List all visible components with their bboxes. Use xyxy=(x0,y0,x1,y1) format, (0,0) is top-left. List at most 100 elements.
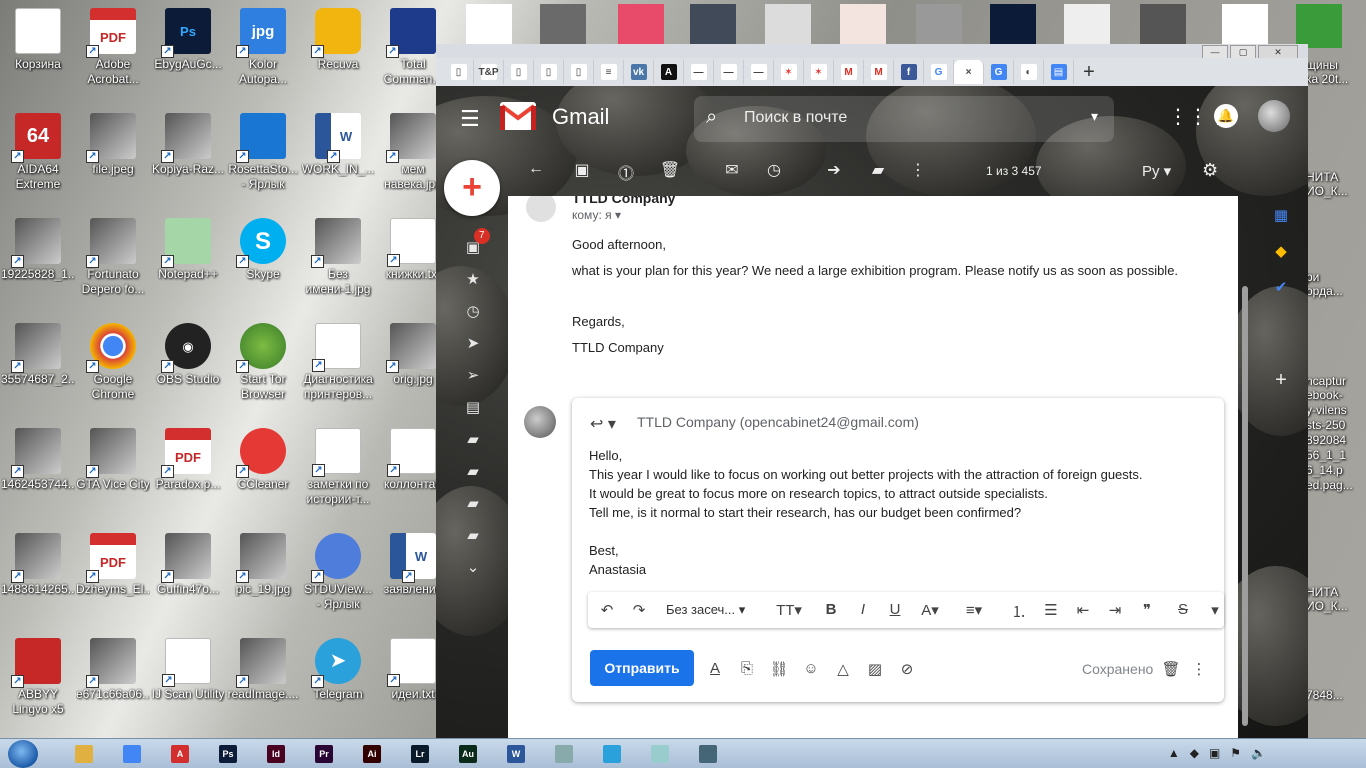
desktop-shortcut[interactable]: 64 ↗ AIDA64 Extreme xyxy=(1,113,75,192)
drive-icon[interactable]: △ xyxy=(832,660,854,678)
keep-icon[interactable]: ◆ xyxy=(1268,234,1294,270)
confidential-mode-icon[interactable]: ⊘ xyxy=(896,660,918,678)
desktop-shortcut[interactable]: PDF ↗ Adobe Acrobat... xyxy=(76,8,150,87)
indent-more-icon[interactable]: ⇥ xyxy=(1104,601,1126,619)
browser-tab[interactable]: M xyxy=(864,60,894,84)
report-spam-icon[interactable]: ⓵ xyxy=(614,160,638,184)
browser-tab[interactable]: ✶ xyxy=(804,60,834,84)
compose-button[interactable]: + xyxy=(444,160,500,216)
numbered-list-icon[interactable]: ⒈ xyxy=(1008,601,1030,622)
new-tab-button[interactable]: + xyxy=(1074,61,1104,84)
desktop-shortcut[interactable]: ↗ Notepad++ xyxy=(151,218,225,282)
desktop-shortcut-label[interactable]: 7848... xyxy=(1306,688,1366,703)
attach-icon[interactable]: ⎘ xyxy=(736,660,758,677)
desktop-shortcut[interactable]: ↗ Guffin47o... xyxy=(151,533,225,597)
taskbar-app-monitor[interactable] xyxy=(688,741,728,767)
desktop-shortcut-label[interactable]: sts-250 xyxy=(1306,418,1366,433)
desktop-shortcut[interactable]: ↗ CCleaner xyxy=(226,428,300,492)
desktop-shortcut[interactable]: ↗ ABBYY Lingvo x5 xyxy=(1,638,75,717)
strikethrough-icon[interactable]: S xyxy=(1172,601,1194,618)
desktop-shortcut[interactable]: ↗ IJ Scan Utility xyxy=(151,638,225,702)
desktop-shortcut[interactable]: ↗ Без имени-1.jpg xyxy=(301,218,375,297)
desktop-shortcut[interactable]: ↗ file.jpeg xyxy=(76,113,150,177)
desktop-shortcut-label[interactable]: ncaptur xyxy=(1306,374,1366,389)
taskbar-app-telegram[interactable] xyxy=(592,741,632,767)
flag-icon[interactable]: ⚑ xyxy=(1230,746,1241,760)
desktop-shortcut[interactable]: ↗ заметки по истории-т... xyxy=(301,428,375,507)
desktop-shortcut-label[interactable]: ИО_К... xyxy=(1306,184,1366,199)
desktop-shortcut[interactable]: ↗ Kopiya-Raz... xyxy=(151,113,225,177)
browser-tab[interactable]: — xyxy=(714,60,744,84)
more-chevron-icon[interactable]: ⌄ xyxy=(458,552,488,584)
search-options-icon[interactable]: ▾ xyxy=(1091,108,1098,125)
snooze-icon[interactable]: ◷ xyxy=(762,160,786,180)
taskbar-app-photoshop[interactable]: Ps xyxy=(208,741,248,767)
labels-icon[interactable]: ▰ xyxy=(866,160,890,180)
desktop-shortcut[interactable]: ↗ 35574687_2... xyxy=(1,323,75,387)
sent-icon[interactable]: ➢ xyxy=(458,360,488,392)
label-icon[interactable]: ▰ xyxy=(458,520,488,552)
desktop-shortcut-label[interactable]: ИО_К... xyxy=(1306,599,1366,614)
mark-unread-icon[interactable]: ✉ xyxy=(720,160,744,180)
desktop-shortcut[interactable]: ↗ GTA Vice City xyxy=(76,428,150,492)
desktop-file-thumbnail[interactable] xyxy=(990,4,1036,48)
taskbar-app-acrobat[interactable]: A xyxy=(160,741,200,767)
browser-tab[interactable]: ▯ xyxy=(564,60,594,84)
text-color-icon[interactable]: A▾ xyxy=(914,601,946,619)
maximize-button[interactable]: ▢ xyxy=(1230,45,1256,59)
browser-tab[interactable]: M xyxy=(834,60,864,84)
browser-tab[interactable]: ▯ xyxy=(504,60,534,84)
starred-icon[interactable]: ★ xyxy=(458,264,488,296)
taskbar-app-chrome[interactable] xyxy=(112,741,152,767)
settings-gear-icon[interactable]: ⚙ xyxy=(1202,160,1218,181)
browser-tab[interactable]: ◐ xyxy=(1014,60,1044,84)
underline-icon[interactable]: U xyxy=(884,601,906,618)
undo-icon[interactable]: ↶ xyxy=(596,601,618,619)
move-to-icon[interactable]: ➔ xyxy=(822,160,846,180)
desktop-shortcut-label[interactable]: орда... xyxy=(1306,284,1366,299)
desktop-file-thumbnail[interactable] xyxy=(1222,4,1268,48)
reply-body-editor[interactable]: Hello, This year I would like to focus on… xyxy=(589,446,1209,579)
desktop-file-thumbnail[interactable] xyxy=(540,4,586,48)
browser-tab[interactable]: vk xyxy=(624,60,654,84)
font-size-icon[interactable]: TT▾ xyxy=(772,601,806,619)
desktop-shortcut-label[interactable]: ed.pag... xyxy=(1306,478,1366,493)
search-icon[interactable]: ⌕ xyxy=(706,106,717,129)
desktop-file-thumbnail[interactable] xyxy=(840,4,886,48)
dropbox-icon[interactable]: ◆ xyxy=(1190,746,1199,760)
taskbar-app-notepad[interactable] xyxy=(640,741,680,767)
minimize-button[interactable]: — xyxy=(1202,45,1228,59)
desktop-shortcut[interactable]: ↗ 19225828_1... xyxy=(1,218,75,282)
desktop-shortcut[interactable]: ↗ Fortunato Depero fo... xyxy=(76,218,150,297)
browser-tab[interactable]: ▯ xyxy=(534,60,564,84)
font-select[interactable]: Без засеч... ▾ xyxy=(666,602,745,618)
desktop-shortcut-label[interactable]: 6_14.p xyxy=(1306,463,1366,478)
volume-icon[interactable]: 🔈 xyxy=(1251,746,1266,760)
browser-tab[interactable]: ≡ xyxy=(594,60,624,84)
align-icon[interactable]: ≡▾ xyxy=(958,601,990,619)
desktop-shortcut[interactable]: ↗ STDUView... - Ярлык xyxy=(301,533,375,612)
input-language[interactable]: Ру ▾ xyxy=(1142,162,1171,180)
photo-icon[interactable]: ▨ xyxy=(864,660,886,678)
desktop-shortcut[interactable]: ➤ ↗ Telegram xyxy=(301,638,375,702)
desktop-shortcut-label[interactable]: ка 20t... xyxy=(1306,72,1366,87)
formatting-toggle-icon[interactable]: A xyxy=(704,660,726,677)
desktop-shortcut[interactable]: PDF ↗ Dzheyms_El... xyxy=(76,533,150,597)
desktop-shortcut[interactable]: ↗ readImage.... xyxy=(226,638,300,702)
redo-icon[interactable]: ↷ xyxy=(628,601,650,619)
desktop-shortcut[interactable]: ↗ Recuva xyxy=(301,8,375,72)
recipient-line[interactable]: кому: я ▾ xyxy=(572,208,621,222)
inbox-icon[interactable]: ▣ 7 xyxy=(458,228,490,264)
more-formatting-icon[interactable]: ▾ xyxy=(1204,601,1226,619)
reply-type-icon[interactable]: ↩ ▾ xyxy=(590,414,616,434)
desktop-shortcut-label[interactable]: y-vilens xyxy=(1306,403,1366,418)
tray-expand-icon[interactable]: ▲ xyxy=(1168,746,1180,760)
more-options-icon[interactable]: ⋮ xyxy=(906,160,930,180)
taskbar-app-lightroom[interactable]: Lr xyxy=(400,741,440,767)
account-avatar[interactable] xyxy=(1258,100,1290,132)
browser-tab[interactable]: — xyxy=(684,60,714,84)
desktop-shortcut[interactable]: ↗ Диагностика принтеров... xyxy=(301,323,375,402)
close-window-button[interactable]: ✕ xyxy=(1258,45,1298,59)
browser-tab[interactable]: T&P xyxy=(474,60,504,84)
label-icon[interactable]: ▰ xyxy=(458,488,488,520)
